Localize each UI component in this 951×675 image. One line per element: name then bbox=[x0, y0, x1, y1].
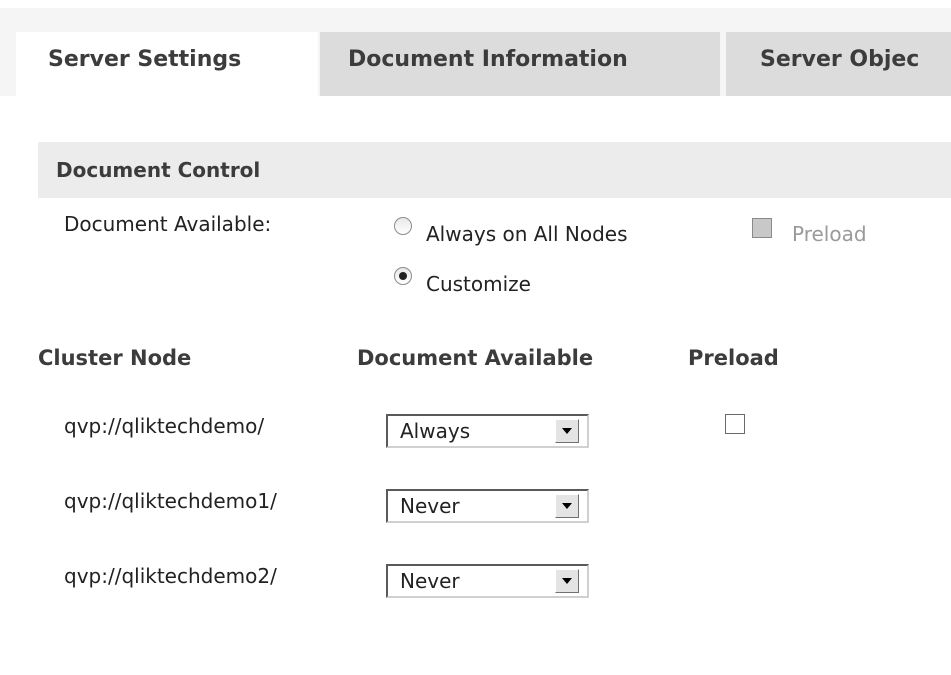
select-value: Never bbox=[400, 569, 460, 593]
preload-checkbox-disabled: Preload bbox=[752, 218, 867, 246]
tab-server-settings[interactable]: Server Settings bbox=[16, 32, 318, 104]
dropdown-arrow-icon[interactable] bbox=[555, 419, 579, 443]
col-header-preload: Preload bbox=[688, 346, 779, 370]
table-row-node-label: qvp://qliktechdemo2/ bbox=[64, 564, 277, 588]
availability-select-row-1[interactable]: Always bbox=[386, 414, 589, 448]
document-available-label: Document Available: bbox=[64, 212, 272, 236]
availability-select-row-2[interactable]: Never bbox=[386, 489, 589, 523]
checkbox-disabled-icon bbox=[752, 218, 772, 238]
document-control-header: Document Control bbox=[38, 142, 951, 198]
radio-label-customize: Customize bbox=[426, 272, 531, 296]
radio-button-checked-icon[interactable] bbox=[394, 267, 412, 285]
col-header-document-available: Document Available bbox=[357, 346, 594, 370]
dropdown-arrow-icon[interactable] bbox=[555, 494, 579, 518]
col-header-cluster-node: Cluster Node bbox=[38, 346, 192, 370]
select-value: Always bbox=[400, 419, 471, 443]
availability-select-row-3[interactable]: Never bbox=[386, 564, 589, 598]
table-row-node-label: qvp://qliktechdemo/ bbox=[64, 414, 265, 438]
tab-server-objects[interactable]: Server Objec bbox=[726, 32, 951, 96]
radio-label-always: Always on All Nodes bbox=[426, 222, 628, 246]
table-row-node-label: qvp://qliktechdemo1/ bbox=[64, 489, 277, 513]
select-value: Never bbox=[400, 494, 460, 518]
dropdown-arrow-icon[interactable] bbox=[555, 569, 579, 593]
radio-customize[interactable]: Customize bbox=[394, 267, 531, 296]
preload-checkbox-row-1[interactable] bbox=[725, 414, 745, 434]
preload-label: Preload bbox=[792, 222, 867, 246]
tab-bar: Server Settings Document Information Ser… bbox=[0, 8, 951, 104]
radio-always-on-all-nodes[interactable]: Always on All Nodes bbox=[394, 217, 628, 246]
tab-document-information[interactable]: Document Information bbox=[318, 32, 720, 96]
radio-button-icon[interactable] bbox=[394, 217, 412, 235]
